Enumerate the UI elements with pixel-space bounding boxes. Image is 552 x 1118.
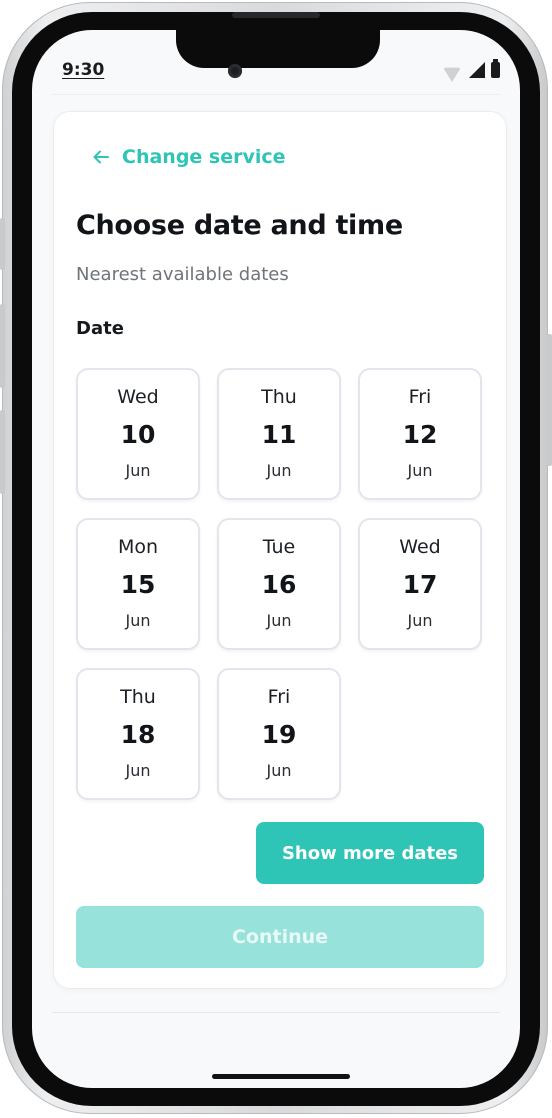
change-service-label: Change service [122,146,286,168]
change-service-link[interactable]: Change service [92,146,286,168]
date-option[interactable]: Wed 10 Jun [76,368,200,500]
date-weekday: Wed [399,536,441,558]
date-month: Jun [266,611,292,630]
wifi-icon [441,62,463,78]
date-month: Jun [125,761,151,780]
date-weekday: Wed [117,386,159,408]
date-month: Jun [125,611,151,630]
home-indicator[interactable] [212,1074,350,1079]
date-day-number: 16 [261,570,297,599]
page-title: Choose date and time [76,210,403,241]
date-option[interactable]: Thu 18 Jun [76,668,200,800]
battery-icon [491,59,500,78]
status-icons [441,59,500,78]
date-day-number: 15 [120,570,156,599]
footer-divider [52,1012,500,1013]
screen: 9:30 Change service Choose date and time… [32,30,520,1088]
date-day-number: 17 [402,570,438,599]
date-weekday: Thu [120,686,156,708]
status-divider [52,94,500,95]
booking-card: Change service Choose date and time Near… [54,112,506,988]
date-option[interactable]: Fri 12 Jun [358,368,482,500]
date-option[interactable]: Mon 15 Jun [76,518,200,650]
date-weekday: Fri [408,386,432,408]
show-more-dates-button[interactable]: Show more dates [256,822,484,884]
page-subtitle: Nearest available dates [76,264,289,285]
notch [176,30,380,68]
date-month: Jun [125,461,151,480]
camera-icon [228,64,242,78]
date-option[interactable]: Thu 11 Jun [217,368,341,500]
date-day-number: 18 [120,720,156,749]
volume-up-button [0,304,5,388]
date-weekday: Thu [261,386,297,408]
date-weekday: Tue [262,536,296,558]
date-weekday: Fri [267,686,291,708]
date-month: Jun [407,611,433,630]
date-day-number: 11 [261,420,297,449]
power-button [547,334,552,466]
date-option[interactable]: Wed 17 Jun [358,518,482,650]
date-month: Jun [407,461,433,480]
date-option[interactable]: Fri 19 Jun [217,668,341,800]
signal-icon [469,62,485,78]
speaker-grille [232,12,320,18]
date-weekday: Mon [117,536,159,558]
date-day-number: 12 [402,420,438,449]
date-day-number: 10 [120,420,156,449]
date-month: Jun [266,461,292,480]
date-option[interactable]: Tue 16 Jun [217,518,341,650]
volume-down-button [0,410,5,494]
silent-switch [0,218,5,270]
date-section-label: Date [76,318,124,339]
continue-button[interactable]: Continue [76,906,484,968]
status-time: 9:30 [62,60,105,80]
date-grid: Wed 10 Jun Thu 11 Jun Fri 12 Jun Mon 15 … [76,368,482,800]
date-month: Jun [266,761,292,780]
date-day-number: 19 [261,720,297,749]
arrow-left-icon [93,150,109,164]
